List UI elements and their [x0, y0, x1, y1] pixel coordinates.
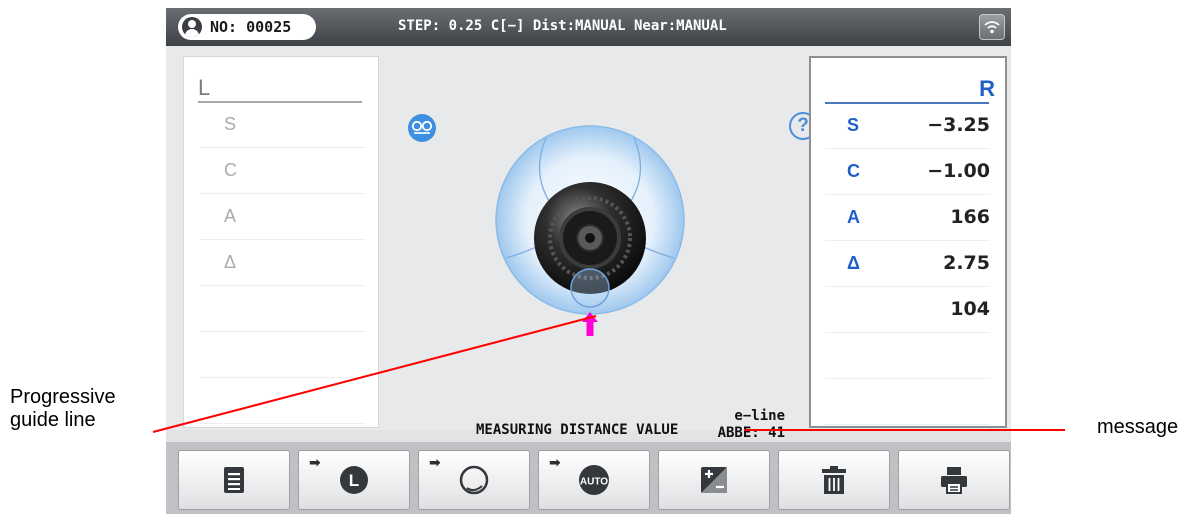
status-message: MEASURING DISTANCE VALUE: [476, 422, 679, 438]
cylinder-value: −1.00: [927, 160, 990, 182]
print-button[interactable]: [898, 450, 1010, 510]
list-icon: [224, 467, 244, 493]
left-row-prism: Δ: [200, 241, 365, 286]
left-row-sphere: S: [200, 103, 365, 148]
progressive-guide-annotation: Progressive guide line: [10, 386, 116, 432]
glasses-icon[interactable]: [408, 114, 436, 142]
arrow-right-icon: ➡: [429, 455, 441, 471]
right-row-empty: [825, 380, 990, 425]
right-lens-title: R: [979, 76, 995, 101]
wifi-icon[interactable]: [979, 14, 1005, 40]
right-row-sphere: S −3.25: [825, 104, 990, 149]
patient-number-badge[interactable]: NO: 00025: [178, 14, 316, 40]
row-label: C: [847, 161, 860, 181]
arrow-right-icon: ➡: [549, 455, 561, 471]
sphere-value: −3.25: [927, 114, 990, 136]
row-label: S: [224, 114, 237, 134]
left-row-cylinder: C: [200, 149, 365, 194]
top-status-bar: NO: 00025 STEP: 0.25 C[−] Dist:MANUAL Ne…: [166, 8, 1011, 46]
switch-auto-mode-button[interactable]: ➡ AUTO: [538, 450, 650, 510]
prism-value: 2.75: [943, 252, 990, 274]
user-icon: [182, 17, 202, 37]
row-label: Δ: [847, 253, 860, 273]
add-subtract-button[interactable]: [658, 450, 770, 510]
add-subtract-icon: [701, 467, 727, 493]
arrow-right-icon: ➡: [309, 455, 321, 471]
message-annotation: message: [1097, 416, 1179, 438]
annotation-line: Progressive: [10, 386, 116, 408]
abbe-info: e−line ABBE: 41: [690, 408, 785, 442]
right-row-extra: 104: [825, 288, 990, 333]
menu-list-button[interactable]: [178, 450, 290, 510]
trash-icon: [822, 466, 846, 494]
measurement-area: L S C A Δ ? e−line ABBE: 41 R S −3.25 C …: [166, 46, 1011, 441]
right-row-axis: A 166: [825, 196, 990, 241]
right-row-empty: [825, 334, 990, 379]
right-lens-panel[interactable]: R S −3.25 C −1.00 A 166 Δ 2.75 104: [809, 56, 1007, 428]
switch-left-lens-button[interactable]: ➡ L: [298, 450, 410, 510]
axis-value: 166: [950, 206, 990, 228]
left-lens-panel[interactable]: L S C A Δ: [183, 56, 379, 428]
row-label: S: [847, 115, 860, 135]
row-label: A: [847, 207, 860, 227]
row-label: A: [224, 206, 237, 226]
annotation-line: guide line: [10, 409, 96, 431]
right-row-cylinder: C −1.00: [825, 150, 990, 195]
delete-button[interactable]: [778, 450, 890, 510]
patient-number: NO: 00025: [210, 18, 292, 36]
contact-lens-icon: [459, 465, 489, 495]
printer-icon: [941, 467, 967, 494]
left-row-empty: [200, 287, 365, 332]
abbe-value: ABBE: 41: [717, 425, 785, 441]
left-row-empty: [200, 333, 365, 378]
measurement-settings: STEP: 0.25 C[−] Dist:MANUAL Near:MANUAL: [398, 18, 727, 34]
row-label: C: [224, 160, 237, 180]
bottom-toolbar: ➡ L ➡ ➡ AUTO: [166, 442, 1011, 514]
lensmeter-screen: NO: 00025 STEP: 0.25 C[−] Dist:MANUAL Ne…: [166, 8, 1011, 514]
left-row-empty: [200, 379, 365, 424]
e-line-label: e−line: [734, 408, 785, 424]
right-row-prism: Δ 2.75: [825, 242, 990, 287]
switch-contact-lens-button[interactable]: ➡: [418, 450, 530, 510]
left-lens-icon: L: [340, 466, 368, 494]
lens-alignment-target: [495, 125, 685, 336]
svg-text:L: L: [349, 471, 359, 490]
svg-text:AUTO: AUTO: [580, 477, 608, 488]
left-row-axis: A: [200, 195, 365, 240]
extra-value: 104: [950, 298, 990, 320]
row-label: Δ: [224, 252, 237, 272]
auto-mode-icon: AUTO: [579, 465, 609, 495]
left-lens-title: L: [198, 75, 211, 100]
